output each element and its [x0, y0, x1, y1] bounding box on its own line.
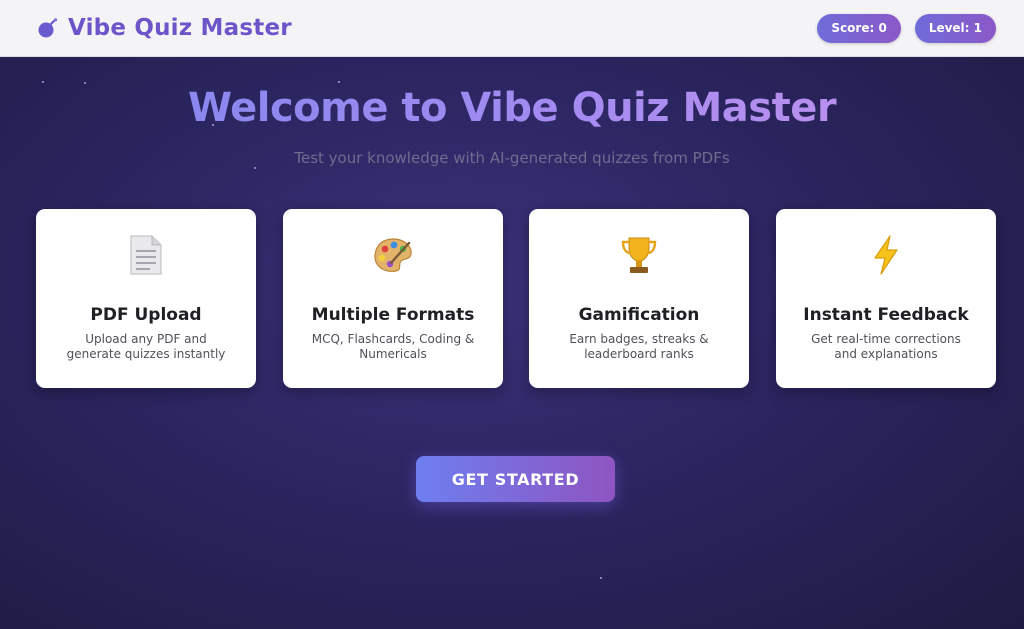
star-decoration [42, 81, 44, 83]
star-decoration [254, 167, 256, 169]
feature-title: PDF Upload [90, 305, 202, 325]
feature-title: Multiple Formats [311, 305, 475, 325]
feature-description: MCQ, Flashcards, Coding & Numericals [311, 332, 475, 361]
main-content: Welcome to Vibe Quiz Master Test your kn… [0, 57, 1024, 629]
score-badge: Score: 0 [817, 13, 901, 43]
star-decoration [600, 577, 602, 579]
feature-card-instant-feedback[interactable]: Instant Feedback Get real-time correctio… [776, 209, 996, 388]
brand[interactable]: Vibe Quiz Master [36, 15, 292, 41]
bomb-icon [36, 16, 60, 40]
page-subtitle: Test your knowledge with AI-generated qu… [294, 149, 730, 167]
feature-description: Get real-time corrections and explanatio… [811, 332, 961, 361]
feature-card-multiple-formats[interactable]: Multiple Formats MCQ, Flashcards, Coding… [283, 209, 503, 388]
artist-palette-icon [283, 233, 503, 277]
top-bar: Vibe Quiz Master Score: 0 Level: 1 [0, 0, 1024, 57]
trophy-icon [529, 233, 749, 277]
feature-description: Earn badges, streaks & leaderboard ranks [569, 332, 709, 361]
level-badge: Level: 1 [914, 13, 996, 43]
get-started-button[interactable]: GET STARTED [416, 456, 615, 502]
feature-title: Instant Feedback [803, 305, 969, 325]
feature-title: Gamification [578, 305, 700, 325]
app-title: Vibe Quiz Master [68, 15, 292, 41]
feature-cards: PDF Upload Upload any PDF and generate q… [36, 209, 996, 388]
feature-card-pdf-upload[interactable]: PDF Upload Upload any PDF and generate q… [36, 209, 256, 388]
star-decoration [338, 81, 340, 83]
lightning-icon [776, 233, 996, 277]
page-title: Welcome to Vibe Quiz Master [0, 85, 1024, 131]
feature-description: Upload any PDF and generate quizzes inst… [66, 332, 226, 361]
feature-card-gamification[interactable]: Gamification Earn badges, streaks & lead… [529, 209, 749, 388]
document-icon [36, 233, 256, 277]
star-decoration [84, 82, 86, 84]
